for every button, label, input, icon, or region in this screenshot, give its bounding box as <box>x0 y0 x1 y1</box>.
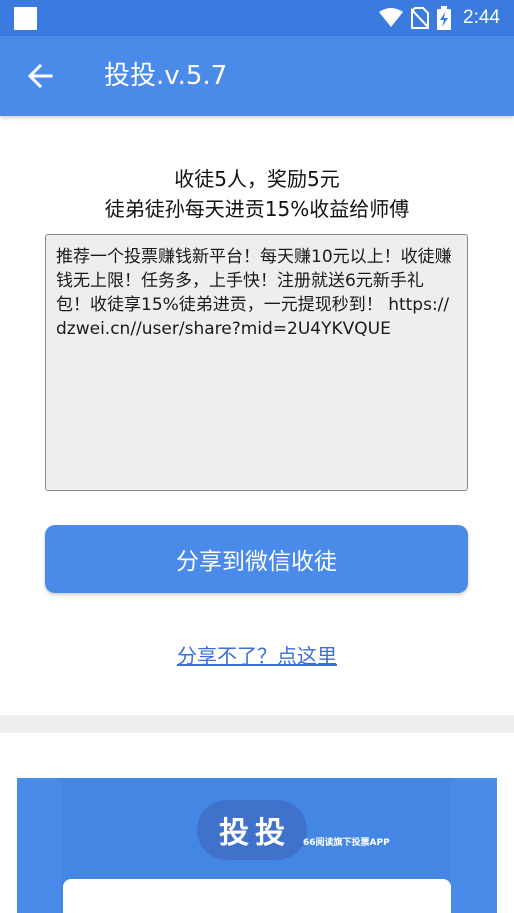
invite-headline: 收徒5人，奖励5元 徒弟徒孙每天进贡15%收益给师傅 <box>0 164 514 224</box>
banner-card <box>63 879 451 913</box>
no-sim-icon <box>411 7 430 29</box>
back-button[interactable] <box>20 56 60 96</box>
share-help-link[interactable]: 分享不了？点这里 <box>0 640 514 669</box>
banner-subtitle: 66阅读旗下投票APP <box>303 838 390 848</box>
notification-icon <box>14 7 37 30</box>
wifi-icon <box>379 8 404 27</box>
status-icons: 2:44 <box>379 0 500 36</box>
section-divider <box>0 715 514 733</box>
promo-banner[interactable]: 投投 66阅读旗下投票APP <box>17 778 497 913</box>
arrow-left-icon <box>27 63 53 89</box>
invite-commission-text: 徒弟徒孙每天进贡15%收益给师傅 <box>104 197 410 221</box>
app-bar: 投投.v.5.7 <box>0 36 514 116</box>
banner-logo-text: 投投 <box>219 816 291 851</box>
share-text-box[interactable]: 推荐一个投票赚钱新平台！每天赚10元以上！收徒赚钱无上限！任务多，上手快！注册就… <box>45 234 468 491</box>
page-title: 投投.v.5.7 <box>104 61 228 91</box>
status-bar: 2:44 <box>0 0 514 36</box>
status-time: 2:44 <box>463 7 500 28</box>
share-to-wechat-button[interactable]: 分享到微信收徒 <box>45 525 468 593</box>
invite-reward-text: 收徒5人，奖励5元 <box>174 167 340 191</box>
battery-charging-icon <box>437 6 452 30</box>
